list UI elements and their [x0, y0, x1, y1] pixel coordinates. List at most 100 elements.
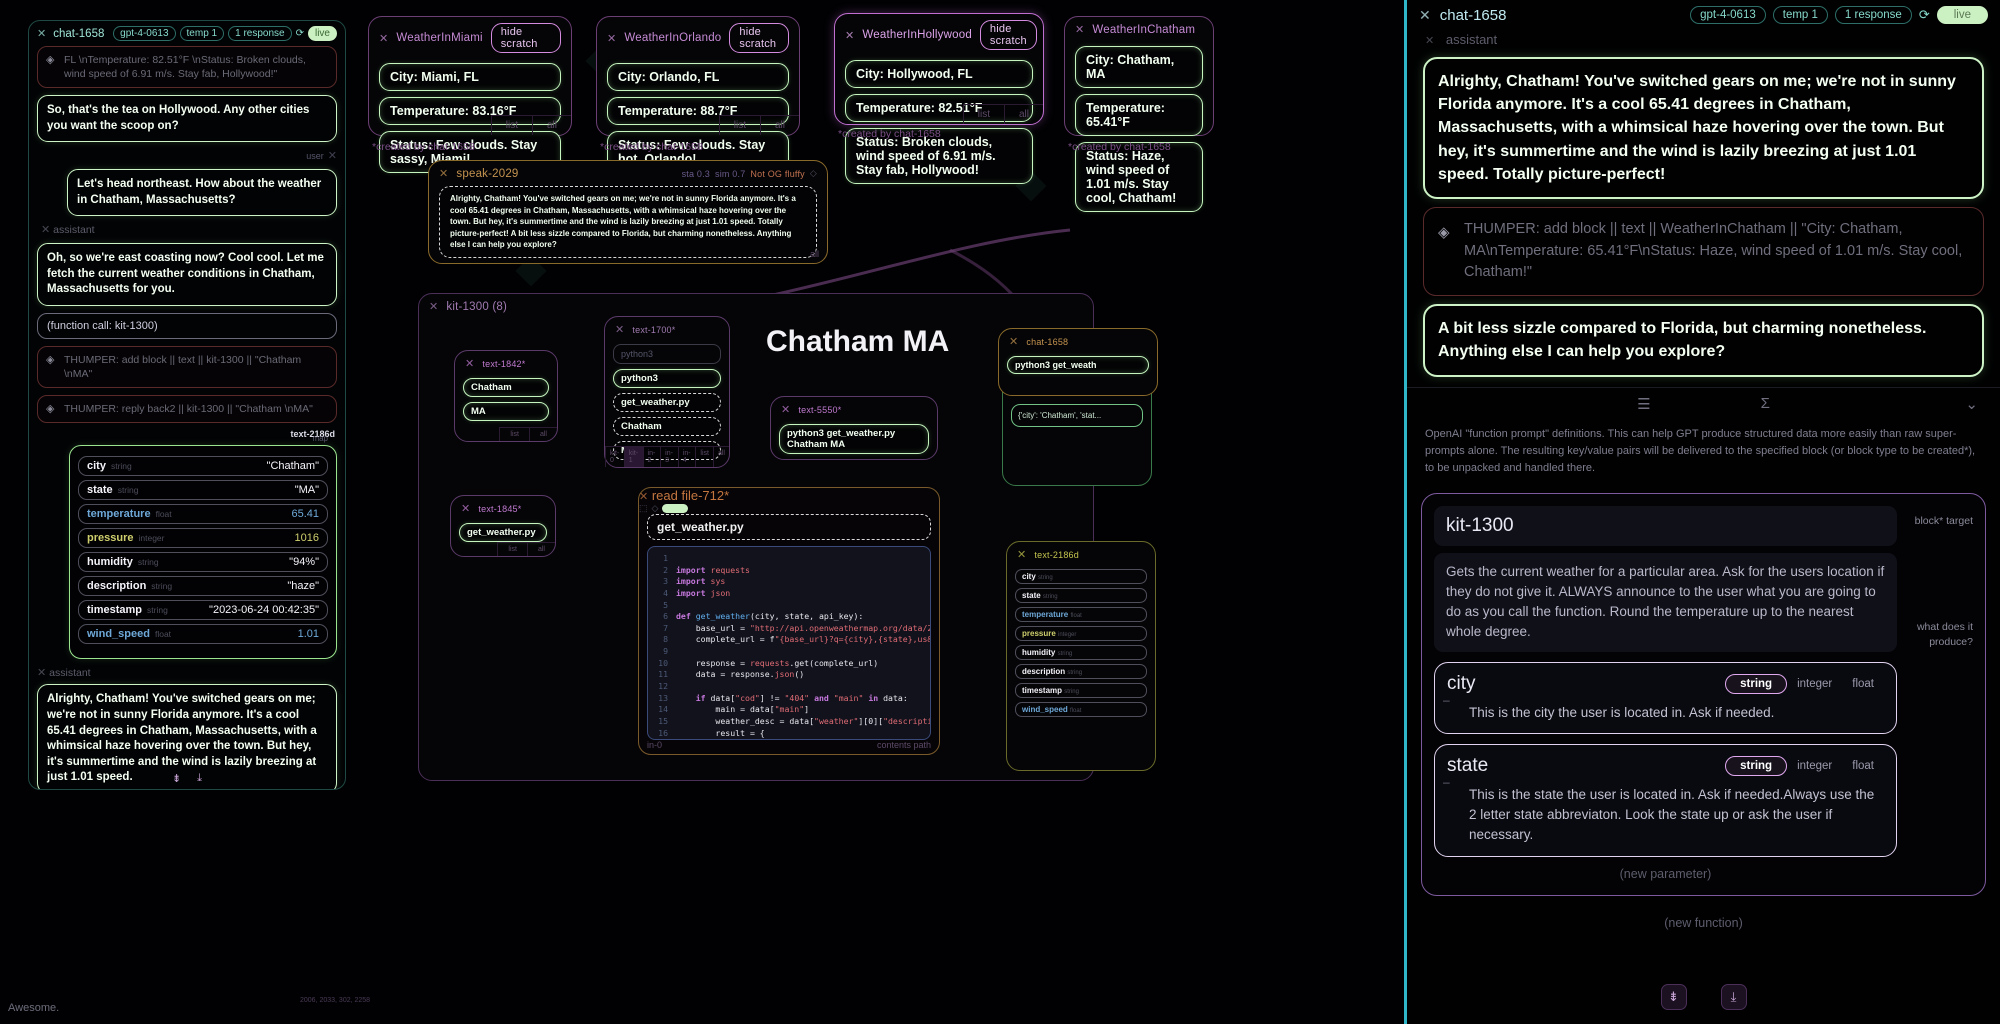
import-icon[interactable]: ⇟: [172, 772, 181, 785]
close-icon[interactable]: ✕: [1017, 548, 1026, 561]
chat-panel[interactable]: ✕ chat-1658 gpt-4-0613 temp 1 1 response…: [28, 20, 346, 790]
function-card[interactable]: kit-1300 Gets the current weather for a …: [1421, 493, 1986, 896]
table-row[interactable]: descriptionstring"haze": [78, 576, 328, 596]
download-icon[interactable]: ⤓: [1721, 984, 1747, 1010]
assistant-message[interactable]: So, that's the tea on Hollywood. Any oth…: [37, 95, 337, 142]
row-value[interactable]: "2023-06-24 00:42:35": [209, 604, 319, 616]
sigma-icon[interactable]: Σ: [1761, 395, 1770, 413]
close-icon[interactable]: ✕: [461, 502, 470, 515]
table-row[interactable]: temperaturefloat65.41: [78, 504, 328, 524]
function-call-chip[interactable]: (function call: kit-1300): [37, 313, 337, 339]
parameter-state[interactable]: – state string integer float This is the…: [1434, 744, 1897, 857]
close-icon[interactable]: ✕: [1419, 7, 1431, 24]
map-label[interactable]: map: [312, 434, 328, 443]
code-menu-icon[interactable]: ⬚: [639, 503, 648, 514]
tab-in-3[interactable]: in-3: [660, 447, 678, 467]
live-badge[interactable]: live: [1937, 6, 1988, 24]
close-icon[interactable]: ✕: [781, 403, 790, 416]
speak-badge-sim[interactable]: sim 0.7: [715, 169, 745, 179]
system-message[interactable]: FL \nTemperature: 82.51°F \nStatus: Brok…: [37, 46, 337, 88]
row-value[interactable]: 65.41: [291, 508, 319, 520]
tab-in-2[interactable]: in-2: [643, 447, 661, 467]
all-button[interactable]: all: [760, 116, 799, 135]
system-message[interactable]: THUMPER: add block || text || kit-1300 |…: [37, 346, 337, 388]
side-panel[interactable]: ✕ chat-1658 gpt-4-0613 temp 1 1 response…: [1404, 0, 2000, 1024]
table-row[interactable]: humiditystring"94%": [78, 552, 328, 572]
close-icon[interactable]: ✕: [615, 323, 624, 336]
canvas[interactable]: ✕ WeatherInMiami hide scratch City: Miam…: [0, 0, 2000, 1024]
user-message[interactable]: Let's head northeast. How about the weat…: [67, 169, 337, 216]
hide-scratch-button[interactable]: hide scratch: [980, 20, 1037, 50]
badge-responses[interactable]: 1 response: [1835, 6, 1912, 24]
tab-list[interactable]: list: [695, 447, 713, 467]
remove-parameter-icon[interactable]: –: [1443, 693, 1450, 707]
close-icon[interactable]: ✕: [639, 491, 648, 503]
list-button[interactable]: list: [963, 105, 1004, 124]
text-pill[interactable]: Chatham: [613, 417, 721, 436]
download-icon[interactable]: ⤓: [197, 772, 202, 785]
remove-parameter-icon[interactable]: –: [1443, 775, 1450, 789]
row-value[interactable]: 1.01: [298, 628, 319, 640]
node-read-file-712[interactable]: ✕ read file-712* ⬚ ◇ get_weather.py 12im…: [638, 487, 940, 755]
tab-kit-0[interactable]: kit-0: [605, 447, 624, 467]
close-icon[interactable]: ✕: [1075, 23, 1084, 36]
close-icon[interactable]: ✕: [37, 667, 46, 679]
new-function-button[interactable]: (new function): [1407, 902, 2000, 944]
hide-scratch-button[interactable]: hide scratch: [491, 23, 561, 53]
close-icon[interactable]: ✕: [328, 149, 337, 162]
close-icon[interactable]: ✕: [607, 32, 616, 45]
node-weather-miami[interactable]: ✕ WeatherInMiami hide scratch City: Miam…: [368, 16, 572, 136]
shell-output-text[interactable]: {'city': 'Chatham', 'stat...: [1011, 404, 1143, 427]
weather-line[interactable]: City: Miami, FL: [379, 63, 561, 91]
close-icon[interactable]: ✕: [37, 27, 46, 40]
parameter-city[interactable]: – city string integer float This is the …: [1434, 662, 1897, 734]
weather-line[interactable]: City: Hollywood, FL: [845, 60, 1033, 88]
table-row[interactable]: state string: [1015, 588, 1147, 603]
assistant-message[interactable]: A bit less sizzle compared to Florida, b…: [1423, 304, 1984, 376]
parameter-name-field[interactable]: state: [1447, 755, 1725, 777]
list-button[interactable]: list: [499, 428, 529, 441]
badge-model[interactable]: gpt-4-0613: [113, 26, 175, 41]
weather-line[interactable]: City: Orlando, FL: [607, 63, 789, 91]
parameter-description-field[interactable]: This is the city the user is located in.…: [1447, 703, 1884, 723]
close-icon[interactable]: ✕: [845, 29, 854, 42]
node-weather-chatham[interactable]: ✕ WeatherInChatham City: Chatham, MA Tem…: [1064, 16, 1214, 136]
text-pill[interactable]: python3: [613, 369, 721, 388]
chevron-down-icon[interactable]: ⌄: [1965, 395, 1978, 413]
close-icon[interactable]: ✕: [41, 224, 50, 236]
close-icon[interactable]: ✕: [429, 300, 438, 313]
code-foot-contents-path[interactable]: contents path: [877, 740, 931, 750]
row-value[interactable]: "haze": [287, 580, 319, 592]
table-row[interactable]: city string: [1015, 569, 1147, 584]
text-pill[interactable]: python3 get_weather.py Chatham MA: [779, 424, 929, 454]
table-row[interactable]: timestamp string: [1015, 683, 1147, 698]
weather-line[interactable]: City: Chatham, MA: [1075, 46, 1203, 88]
close-icon[interactable]: ✕: [1425, 35, 1434, 47]
system-message[interactable]: THUMPER: add block || text || WeatherInC…: [1423, 207, 1984, 296]
table-row[interactable]: temperature float: [1015, 607, 1147, 622]
node-text-2186d[interactable]: ✕ text-2186d city stringstate stringtemp…: [1006, 541, 1156, 771]
badge-temp[interactable]: temp 1: [180, 26, 225, 41]
row-value[interactable]: "MA": [295, 484, 319, 496]
text-pill[interactable]: MA: [463, 402, 549, 421]
assistant-message[interactable]: Alrighty, Chatham! You've switched gears…: [1423, 57, 1984, 199]
code-editor[interactable]: 12import requests3import sys4import json…: [647, 546, 931, 740]
row-value[interactable]: 1016: [295, 532, 319, 544]
all-button[interactable]: all: [532, 116, 571, 135]
node-footer-all[interactable]: all: [810, 249, 819, 259]
close-icon[interactable]: ✕: [439, 167, 448, 180]
node-text-5550[interactable]: ✕ text-5550* python3 get_weather.py Chat…: [770, 396, 938, 460]
table-row[interactable]: description string: [1015, 664, 1147, 679]
table-row[interactable]: pressure integer: [1015, 626, 1147, 641]
node-weather-hollywood[interactable]: ✕ WeatherInHollywood hide scratch City: …: [834, 13, 1044, 125]
node-text-1845[interactable]: ✕ text-1845* get_weather.py list all: [450, 495, 556, 557]
weather-key-value-table[interactable]: map citystring"Chatham"statestring"MA"te…: [69, 445, 337, 659]
code-foot-left[interactable]: in-0: [647, 740, 662, 750]
list-button[interactable]: list: [491, 116, 532, 135]
badge-temp[interactable]: temp 1: [1773, 6, 1828, 24]
speak-badge-sta[interactable]: sta 0.3: [682, 169, 710, 179]
node-chat-1658-right[interactable]: ✕ chat-1658 python3 get_weath: [998, 328, 1158, 396]
type-string-option[interactable]: string: [1725, 674, 1787, 694]
import-icon[interactable]: ⇟: [1661, 984, 1687, 1010]
list-button[interactable]: list: [497, 543, 527, 556]
